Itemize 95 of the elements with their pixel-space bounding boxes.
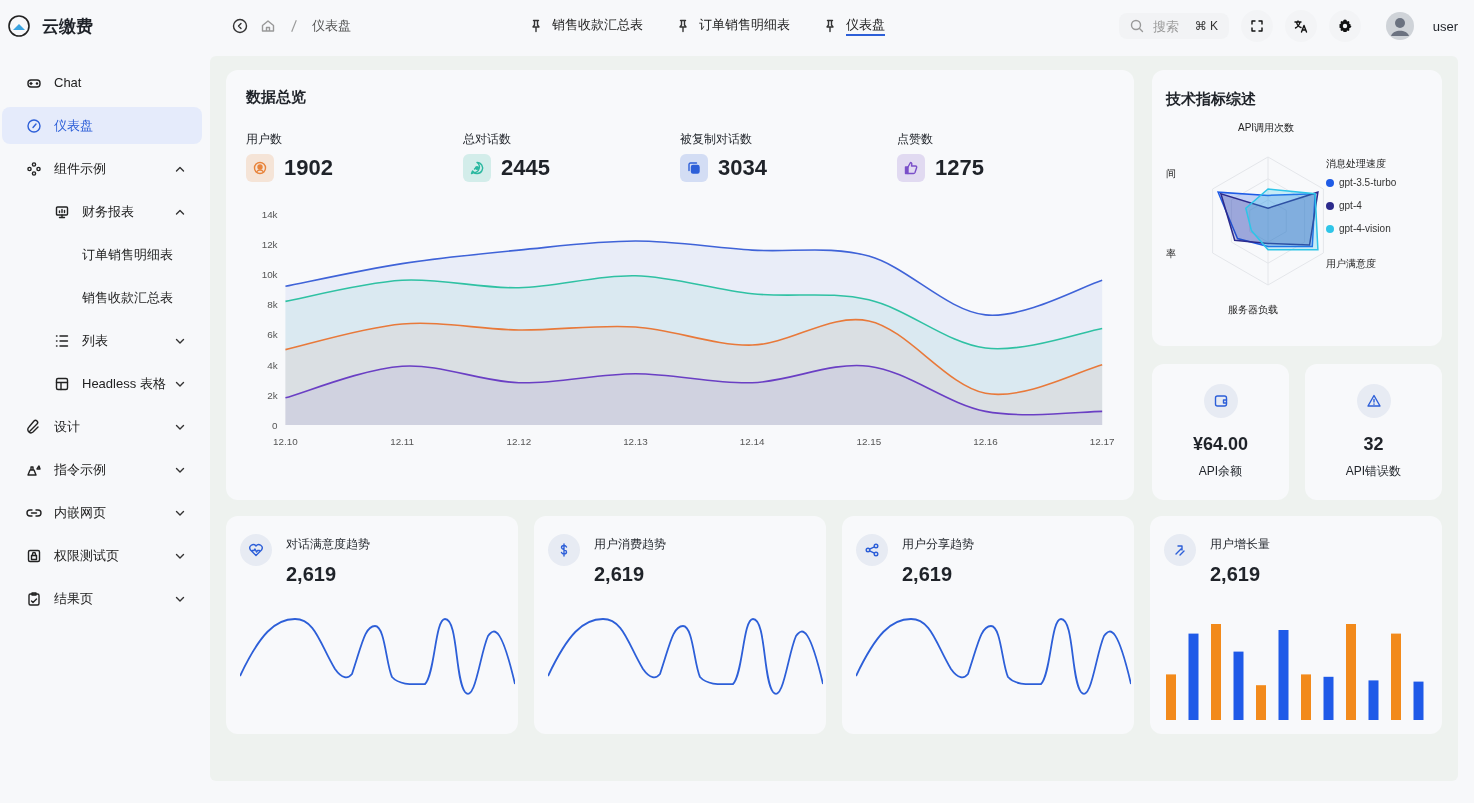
bar <box>1166 674 1176 720</box>
axis-tick-label: 12.13 <box>623 435 648 447</box>
home-icon[interactable] <box>260 18 276 34</box>
sidebar-item[interactable]: 结果页 <box>2 580 202 617</box>
menu-icon <box>26 117 42 134</box>
axis-tick-label: 12.17 <box>1089 435 1114 447</box>
axis-label: 间 <box>1166 167 1176 181</box>
axis-tick-label: 12.12 <box>506 435 532 447</box>
breadcrumb-item[interactable]: 仪表盘 <box>312 17 351 35</box>
avatar-icon[interactable] <box>1384 11 1415 41</box>
sidebar-item[interactable]: 订单销售明细表 <box>2 236 202 273</box>
kpi-label: API错误数 <box>1345 463 1402 480</box>
axis-tick-label: 12.14 <box>739 435 765 447</box>
bar <box>1323 676 1334 720</box>
menu-icon <box>26 547 42 564</box>
sidebar-item[interactable]: 列表 <box>2 322 202 359</box>
menu-icon <box>26 590 42 607</box>
sidebar-item[interactable]: 内嵌网页 <box>2 494 202 531</box>
axis-tick-label: 14k <box>261 208 278 220</box>
tab[interactable]: 销售收款汇总表 <box>528 12 643 40</box>
menu-icon <box>54 203 70 220</box>
legend-item[interactable]: gpt-4 <box>1326 200 1397 211</box>
sidebar-item[interactable]: Chat <box>2 64 202 101</box>
fullscreen-button[interactable] <box>1240 10 1273 42</box>
translate-icon <box>1292 18 1309 34</box>
settings-button[interactable] <box>1328 10 1361 42</box>
stat-label: 总对话数 <box>463 131 512 148</box>
bar <box>1233 651 1244 720</box>
bar <box>1301 674 1311 720</box>
trend-value: 2,619 <box>902 563 954 586</box>
axis-tick-label: 6k <box>267 329 278 341</box>
search-field[interactable]: 搜索 ⌘ K <box>1118 13 1229 39</box>
stat-label: 用户数 <box>246 131 283 148</box>
axis-tick-label: 10k <box>261 269 278 281</box>
sidebar-item[interactable]: 权限测试页 <box>2 537 202 574</box>
sidebar-item[interactable]: 销售收款汇总表 <box>2 279 202 316</box>
bar <box>1256 685 1266 720</box>
search-input[interactable]: 搜索 <box>1152 18 1187 34</box>
axis-label: 率 <box>1166 247 1176 261</box>
axis-label: 用户满意度 <box>1326 257 1376 271</box>
axis-tick-label: 12.16 <box>973 435 998 447</box>
menu-icon <box>54 332 70 349</box>
stat-label: 被复制对话数 <box>680 131 753 148</box>
axis-tick-label: 12.10 <box>273 435 298 447</box>
fullscreen-icon <box>1248 18 1265 34</box>
card-title: 数据总览 <box>246 88 307 107</box>
trend-title: 用户增长量 <box>1210 536 1270 553</box>
trend-title: 用户消费趋势 <box>594 536 666 553</box>
tab[interactable]: 仪表盘 <box>822 12 885 40</box>
warning-icon <box>1365 393 1382 409</box>
logo-icon <box>8 15 30 37</box>
search-icon <box>1128 18 1145 34</box>
axis-label: API调用次数 <box>1238 121 1295 135</box>
menu-icon <box>54 375 70 392</box>
sidebar-item[interactable]: 指令示例 <box>2 451 202 488</box>
trend-title: 对话满意度趋势 <box>286 536 370 553</box>
sidebar-item[interactable]: 财务报表 <box>2 193 202 230</box>
stat-value: 1275 <box>935 155 984 181</box>
axis-tick-label: 0 <box>272 419 278 431</box>
kpi-value: 32 <box>1363 434 1384 455</box>
kpi-value: ¥64.00 <box>1192 434 1249 455</box>
trend-value: 2,619 <box>1210 563 1262 586</box>
stat-value: 1902 <box>284 155 333 181</box>
axis-tick-label: 2k <box>267 389 278 401</box>
bar <box>1413 681 1424 720</box>
kpi-label: API余额 <box>1198 463 1243 480</box>
sidebar-item[interactable]: 设计 <box>2 408 202 445</box>
legend-item[interactable]: gpt-3.5-turbo <box>1326 177 1397 188</box>
axis-tick-label: 8k <box>267 299 278 311</box>
axis-label: 服务器负载 <box>1228 303 1278 317</box>
card-title: 技术指标综述 <box>1166 90 1257 109</box>
menu-icon <box>26 160 42 177</box>
axis-tick-label: 4k <box>267 359 278 371</box>
axis-tick-label: 12k <box>261 239 278 250</box>
axis-tick-label: 12.11 <box>390 435 415 447</box>
trend-value: 2,619 <box>594 563 646 586</box>
stat-value: 3034 <box>718 155 767 181</box>
shortcut-hint: ⌘ K <box>1194 19 1219 33</box>
tab[interactable]: 订单销售明细表 <box>675 12 790 40</box>
axis-label: 消息处理速度 <box>1326 157 1386 171</box>
stat-label: 点赞数 <box>897 131 934 148</box>
legend-item[interactable]: gpt-4-vision <box>1326 223 1397 234</box>
axis-tick-label: 12.15 <box>856 435 882 447</box>
stat-value: 2445 <box>501 155 550 181</box>
back-icon <box>232 18 248 34</box>
trend-title: 用户分享趋势 <box>902 536 974 553</box>
translate-button[interactable] <box>1284 10 1317 42</box>
sidebar-item[interactable]: 仪表盘 <box>2 107 202 144</box>
bar <box>1368 680 1379 720</box>
wallet-icon <box>1212 393 1229 409</box>
user-name[interactable]: user <box>1432 18 1458 34</box>
trend-value: 2,619 <box>286 563 338 586</box>
app-name: 云缴费 <box>42 15 93 38</box>
sidebar-item[interactable]: Headless 表格 <box>2 365 202 402</box>
sidebar-item[interactable]: 组件示例 <box>2 150 202 187</box>
